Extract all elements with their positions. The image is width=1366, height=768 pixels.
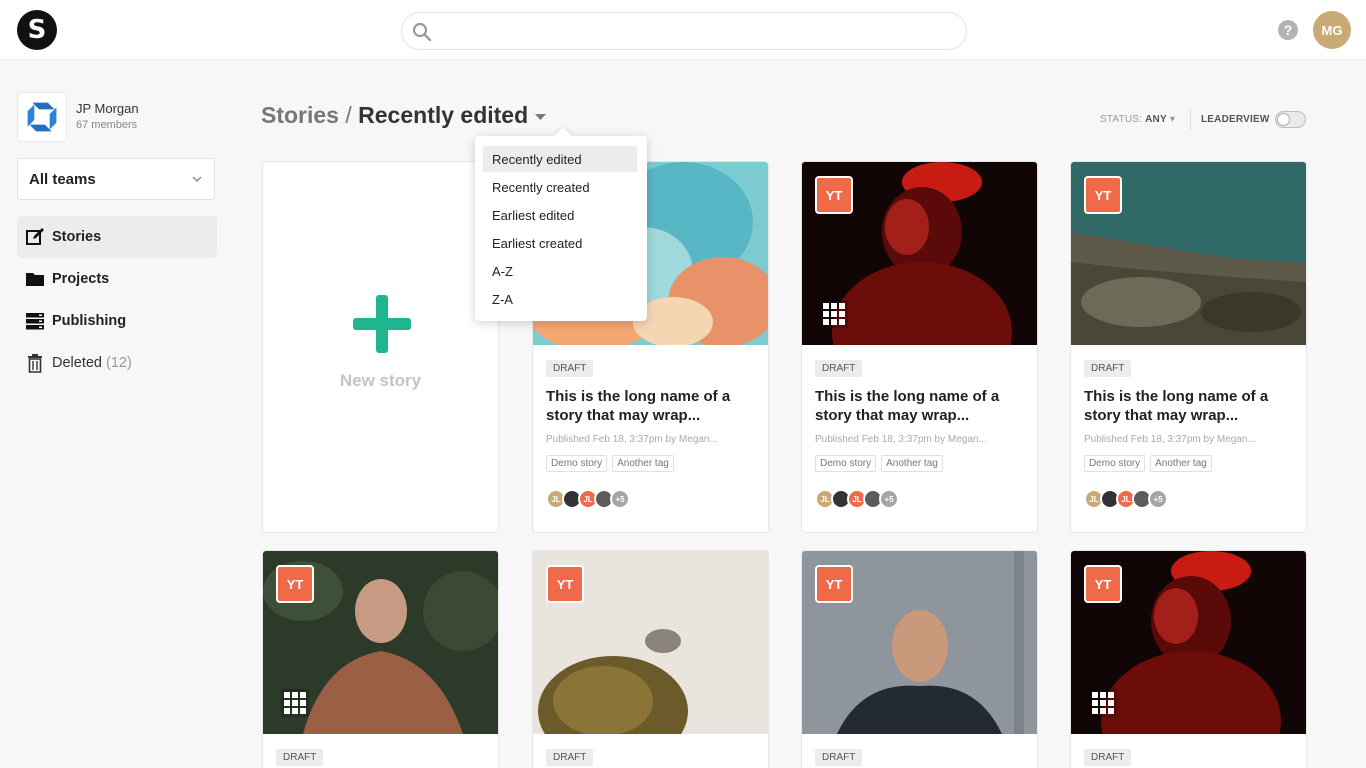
status-filter-value: ANY	[1145, 114, 1167, 125]
plus-icon	[353, 295, 411, 353]
search-icon	[412, 22, 432, 42]
story-card[interactable]: YT DRAFT This is the long name of a stor…	[1070, 161, 1307, 533]
story-card[interactable]: YT DRAFT This is the long name of a stor…	[801, 161, 1038, 533]
sidebar-item-label: Publishing	[52, 313, 127, 329]
caret-down-icon: ▾	[1169, 114, 1176, 125]
sidebar-item-label: Deleted (12)	[52, 355, 132, 371]
chevron-down-icon	[192, 176, 202, 182]
sidebar-item-deleted[interactable]: Deleted (12)	[17, 342, 217, 384]
dropdown-arrow	[554, 127, 572, 145]
sort-option-a-z[interactable]: A-Z	[483, 258, 637, 284]
folder-icon	[26, 273, 44, 286]
story-meta: Published Feb 18, 3:37pm by Megan...	[815, 434, 987, 445]
sidebar-item-stories[interactable]: Stories	[17, 216, 217, 258]
grid-icon	[1089, 689, 1117, 717]
sort-option-z-a[interactable]: Z-A	[483, 286, 637, 312]
breadcrumb-separator: /	[345, 102, 352, 128]
story-tags: Demo story Another tag	[1084, 455, 1212, 472]
app-logo[interactable]: S	[17, 10, 57, 50]
tag[interactable]: Demo story	[1084, 455, 1146, 472]
story-tags: Demo story Another tag	[546, 455, 674, 472]
sort-option-earliest-edited[interactable]: Earliest edited	[483, 202, 637, 228]
story-card[interactable]: YT DRAFT	[1070, 550, 1307, 768]
search-bar[interactable]	[401, 12, 967, 50]
tag[interactable]: Another tag	[612, 455, 674, 472]
sidebar-item-label: Stories	[52, 229, 102, 245]
header-divider	[1190, 108, 1191, 130]
grid-icon	[820, 300, 848, 328]
leaderview-label: LEADERVIEW	[1201, 114, 1270, 125]
sidebar-item-label: Projects	[52, 271, 110, 287]
teams-select[interactable]: All teams	[17, 158, 215, 200]
search-input[interactable]	[442, 19, 952, 43]
status-badge: DRAFT	[276, 749, 324, 766]
sort-dropdown-menu: Recently edited Recently created Earlies…	[475, 127, 647, 321]
story-card[interactable]: YT DRAFT	[801, 550, 1038, 768]
story-title[interactable]: This is the long name of a story that ma…	[1084, 387, 1294, 425]
tag[interactable]: Another tag	[1150, 455, 1212, 472]
leaderview-toggle[interactable]	[1275, 111, 1306, 128]
status-badge: DRAFT	[1084, 749, 1132, 766]
story-title[interactable]: This is the long name of a story that ma…	[546, 387, 756, 425]
tag[interactable]: Another tag	[881, 455, 943, 472]
sort-option-recently-edited[interactable]: Recently edited	[483, 146, 637, 172]
status-badge: DRAFT	[815, 749, 863, 766]
story-meta: Published Feb 18, 3:37pm by Megan...	[546, 434, 718, 445]
sort-option-recently-created[interactable]: Recently created	[483, 174, 637, 200]
story-title[interactable]: This is the long name of a story that ma…	[815, 387, 1025, 425]
avatar-overflow-count: +5	[879, 489, 899, 509]
status-badge: DRAFT	[546, 360, 594, 377]
user-avatar[interactable]: MG	[1313, 11, 1351, 49]
story-meta: Published Feb 18, 3:37pm by Megan...	[1084, 434, 1256, 445]
yt-badge: YT	[815, 565, 853, 603]
sidebar-item-deleted-label: Deleted	[52, 355, 102, 371]
edit-icon	[26, 228, 44, 245]
status-badge: DRAFT	[815, 360, 863, 377]
new-story-card[interactable]: New story	[262, 161, 499, 533]
yt-badge: YT	[276, 565, 314, 603]
breadcrumb-root[interactable]: Stories	[261, 102, 339, 128]
trash-icon	[28, 354, 42, 373]
story-tags: Demo story Another tag	[815, 455, 943, 472]
new-story-label: New story	[339, 371, 422, 390]
sidebar-item-publishing[interactable]: Publishing	[17, 300, 217, 342]
avatar-overflow-count: +5	[1148, 489, 1168, 509]
sort-dropdown-trigger[interactable]: Recently edited	[358, 102, 528, 128]
server-icon	[26, 313, 44, 330]
deleted-count: (12)	[106, 355, 132, 371]
sidebar-item-projects[interactable]: Projects	[17, 258, 217, 300]
status-badge: DRAFT	[546, 749, 594, 766]
tag[interactable]: Demo story	[815, 455, 877, 472]
caret-down-icon[interactable]	[535, 114, 546, 121]
story-card[interactable]: YT DRAFT	[532, 550, 769, 768]
toggle-knob	[1277, 113, 1290, 126]
status-filter[interactable]: STATUS: ANY ▾	[1100, 114, 1175, 125]
top-bar: S ? MG	[0, 0, 1366, 60]
status-badge: DRAFT	[1084, 360, 1132, 377]
tag[interactable]: Demo story	[546, 455, 608, 472]
yt-badge: YT	[546, 565, 584, 603]
org-info[interactable]: JP Morgan 67 members	[17, 92, 217, 144]
help-icon[interactable]: ?	[1278, 20, 1298, 40]
story-card[interactable]: YT DRAFT	[262, 550, 499, 768]
yt-badge: YT	[1084, 565, 1122, 603]
grid-icon	[281, 689, 309, 717]
yt-badge: YT	[815, 176, 853, 214]
yt-badge: YT	[1084, 176, 1122, 214]
sort-option-earliest-created[interactable]: Earliest created	[483, 230, 637, 256]
teams-select-value: All teams	[29, 171, 96, 188]
breadcrumb: Stories / Recently edited	[261, 102, 528, 129]
org-logo	[17, 92, 67, 142]
org-name: JP Morgan	[76, 101, 139, 116]
avatar-overflow-count: +5	[610, 489, 630, 509]
status-filter-label: STATUS:	[1100, 114, 1143, 125]
org-members-count: 67 members	[76, 119, 138, 131]
